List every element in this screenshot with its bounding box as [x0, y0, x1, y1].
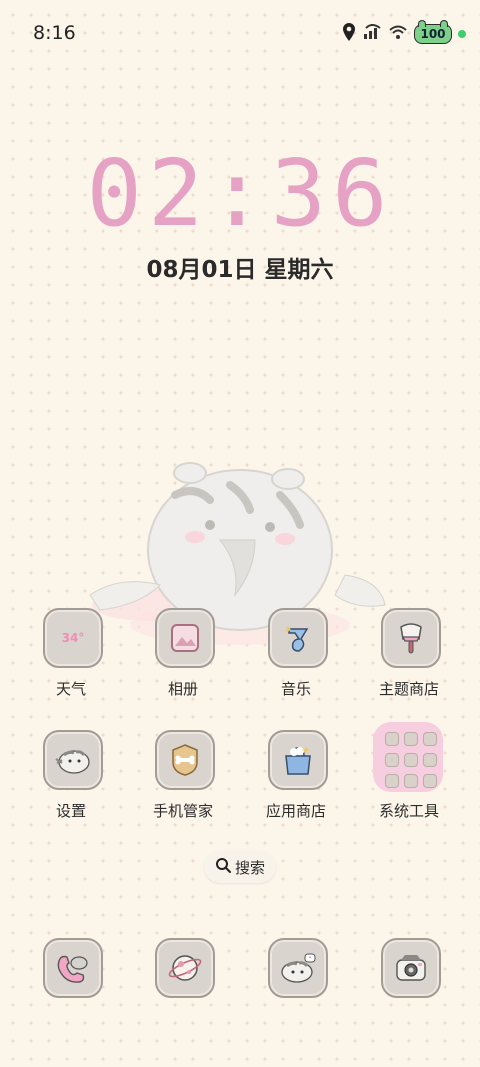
clock: 02:36 — [86, 140, 394, 247]
folder-app-thumb — [404, 753, 418, 767]
app-store-app-label[interactable]: 应用商店 — [236, 800, 356, 821]
search-button[interactable]: 搜索 — [204, 851, 276, 883]
phone-manager-app-label[interactable]: 手机管家 — [123, 800, 243, 821]
location-icon — [342, 22, 356, 46]
gallery-icon — [171, 624, 199, 652]
theme-store-app-label[interactable]: 主题商店 — [349, 678, 469, 699]
system-tools-folder[interactable] — [373, 722, 443, 792]
dock-camera-icon[interactable] — [381, 938, 441, 998]
folder-app-thumb — [423, 732, 437, 746]
dock-phone-icon[interactable] — [43, 938, 103, 998]
settings-app-icon[interactable] — [43, 730, 103, 790]
date: 08月01日 星期六 — [146, 257, 334, 283]
gallery-app-icon[interactable] — [155, 608, 215, 668]
theme-store-icon — [400, 623, 422, 654]
folder-app-thumb — [404, 774, 418, 788]
music-app-label[interactable]: 音乐 — [236, 678, 356, 699]
active-dot-icon — [458, 30, 466, 38]
status-time: 8:16 — [33, 22, 76, 44]
browser-icon — [168, 955, 202, 981]
wifi-icon — [388, 24, 408, 44]
dock-browser-icon[interactable] — [155, 938, 215, 998]
folder-app-thumb — [423, 774, 437, 788]
folder-app-thumb — [385, 753, 399, 767]
theme-store-app-icon[interactable] — [381, 608, 441, 668]
messages-icon — [281, 953, 316, 983]
camera-icon — [396, 955, 426, 981]
gallery-app-label[interactable]: 相册 — [123, 678, 243, 699]
folder-app-thumb — [385, 732, 399, 746]
signal-icon — [362, 24, 382, 44]
weather-app-icon[interactable]: 34° — [43, 608, 103, 668]
dock-messages-icon[interactable] — [268, 938, 328, 998]
system-tools-folder-label[interactable]: 系统工具 — [349, 800, 469, 821]
app-store-icon — [285, 746, 311, 775]
status-bar: 8:16 100 — [0, 0, 480, 66]
settings-app-label[interactable]: 设置 — [11, 800, 131, 821]
music-app-icon[interactable] — [268, 608, 328, 668]
phone-manager-app-icon[interactable] — [155, 730, 215, 790]
app-store-app-icon[interactable] — [268, 730, 328, 790]
phone-manager-icon — [172, 744, 198, 776]
weather-app-label[interactable]: 天气 — [11, 678, 131, 699]
settings-icon — [55, 750, 90, 774]
hamster-wallpaper-illustration — [89, 462, 386, 645]
folder-icon — [385, 732, 437, 788]
weather-temperature: 34° — [61, 631, 85, 645]
folder-app-thumb — [404, 732, 418, 746]
music-icon — [285, 626, 309, 652]
phone-icon — [57, 955, 88, 983]
folder-app-thumb — [385, 774, 399, 788]
search-label: 搜索 — [234, 858, 265, 877]
folder-app-thumb — [423, 753, 437, 767]
battery-icon: 100 — [414, 20, 452, 44]
search-icon — [215, 857, 231, 877]
status-icons: 100 — [342, 20, 466, 46]
